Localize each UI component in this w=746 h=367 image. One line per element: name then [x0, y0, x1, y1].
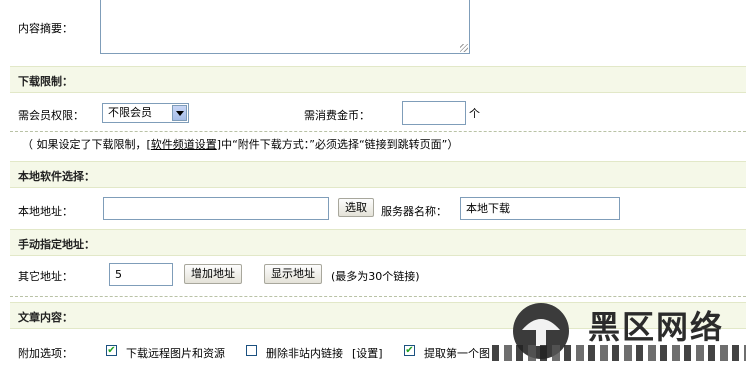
option-download-remote-label: 下载远程图片和资源	[126, 347, 225, 360]
divider	[10, 131, 746, 132]
other-address-label: 其它地址：	[18, 270, 73, 283]
extra-options-label: 附加选项：	[18, 347, 73, 360]
option-remove-external-links-label: 删除非站内链接	[266, 347, 343, 360]
section-manual-address: 手动指定地址：	[10, 229, 746, 256]
local-address-label: 本地地址：	[18, 205, 73, 218]
divider	[10, 296, 746, 297]
local-address-input[interactable]	[103, 197, 329, 220]
section-local-software: 本地软件选择：	[10, 161, 746, 188]
chevron-down-icon[interactable]	[172, 105, 187, 121]
server-name-label: 服务器名称：	[381, 205, 447, 218]
section-download-limit: 下载限制：	[10, 66, 746, 93]
server-name-input[interactable]: 本地下载	[460, 197, 620, 220]
settings-link[interactable]: [设置]	[352, 345, 383, 361]
gold-cost-label: 需消费金币：	[304, 109, 370, 122]
gold-cost-unit: 个	[469, 107, 480, 120]
download-limit-note: （ 如果设定了下载限制，[软件频道设置]中“附件下载方式：”必须选择“链接到跳转…	[22, 136, 458, 152]
address-count-input[interactable]: 5	[109, 263, 173, 286]
resize-grip-icon[interactable]	[460, 44, 468, 52]
max-links-note: (最多为30个链接)	[331, 270, 420, 283]
option-extract-first-image-label: 提取第一个图	[424, 347, 490, 360]
section-title-download-limit: 下载限制：	[18, 75, 73, 88]
checkbox-extract-first-image[interactable]: ✔	[404, 345, 415, 356]
checkbox-remove-external-links[interactable]	[246, 345, 257, 356]
section-title-manual-address: 手动指定地址：	[18, 238, 95, 251]
section-title-local-software: 本地软件选择：	[18, 170, 95, 183]
checkbox-download-remote[interactable]: ✔	[106, 345, 117, 356]
summary-textarea[interactable]	[100, 0, 470, 54]
gold-cost-input[interactable]	[402, 101, 466, 125]
pick-button[interactable]: 选取	[338, 198, 374, 217]
member-permission-select[interactable]: 不限会员	[102, 103, 189, 123]
summary-label: 内容摘要：	[18, 22, 73, 35]
member-permission-label: 需会员权限：	[18, 109, 84, 122]
add-address-button[interactable]: 增加地址	[184, 264, 242, 284]
server-name-value: 本地下载	[466, 202, 510, 215]
note-suffix: ]中“附件下载方式：”必须选择“链接到跳转页面”）	[216, 138, 459, 151]
section-title-article-content: 文章内容：	[18, 311, 73, 324]
software-channel-settings-link[interactable]: 软件频道设置	[151, 138, 217, 151]
show-address-button[interactable]: 显示地址	[264, 264, 322, 284]
watermark-strip	[492, 345, 746, 361]
section-article-content: 文章内容：	[10, 302, 746, 329]
address-count-value: 5	[115, 268, 122, 281]
member-permission-value: 不限会员	[108, 106, 152, 119]
note-prefix: （ 如果设定了下载限制，[	[22, 138, 151, 151]
